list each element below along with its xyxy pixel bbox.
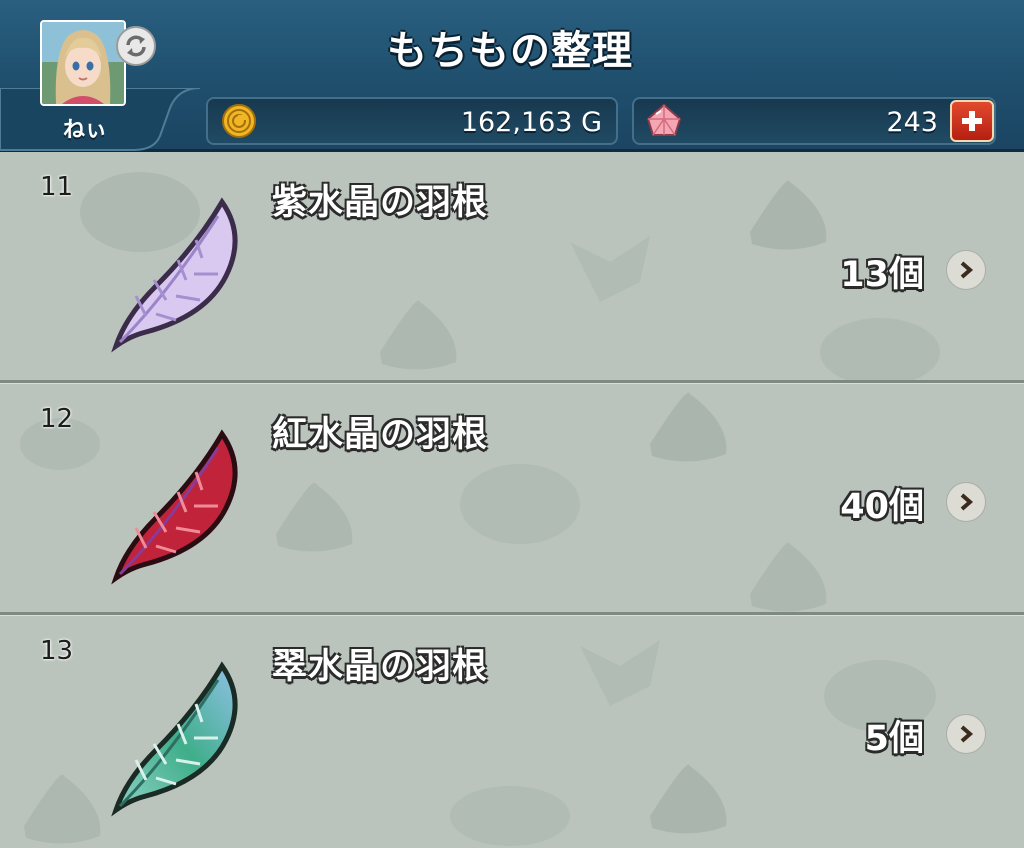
gold-counter: 162,163 G xyxy=(206,97,618,145)
player-name: ねぃ xyxy=(62,118,107,143)
item-name: 紫水晶の羽根 xyxy=(272,183,489,223)
red-feather-icon xyxy=(111,429,238,585)
list-item[interactable]: 11 紫水晶の羽根 13個 xyxy=(0,152,1024,384)
item-name: 紅水晶の羽根 xyxy=(272,415,489,455)
sync-icon xyxy=(126,35,146,57)
page-title: もちもの整理 xyxy=(387,28,633,74)
gold-coin-icon xyxy=(222,104,256,138)
gem-icon xyxy=(646,103,682,136)
list-item[interactable]: 13 翠水晶の羽根 5個 xyxy=(0,616,1024,848)
gem-amount: 243 xyxy=(886,107,938,138)
item-name: 翠水晶の羽根 xyxy=(272,647,489,687)
plus-icon xyxy=(962,111,982,131)
list-item[interactable]: 12 紅水晶の羽根 40個 xyxy=(0,384,1024,616)
gem-counter: 243 xyxy=(632,97,996,145)
top-bar: ねぃ もちもの整理 162,163 G 243 xyxy=(0,0,1024,152)
item-detail-button[interactable] xyxy=(946,482,986,522)
purple-feather-icon xyxy=(111,197,238,353)
item-list: 11 紫水晶の羽根 13個 12 紅水晶の羽根 40個 13 翠水晶の羽根 5個 xyxy=(0,152,1024,848)
item-detail-button[interactable] xyxy=(946,250,986,290)
gold-amount: 162,163 G xyxy=(460,107,602,138)
item-number: 13 xyxy=(40,636,74,666)
item-quantity: 5個 xyxy=(864,719,924,759)
item-number: 11 xyxy=(40,172,74,202)
chevron-right-icon xyxy=(960,261,974,279)
sync-button[interactable] xyxy=(116,26,156,66)
item-detail-button[interactable] xyxy=(946,714,986,754)
green-feather-icon xyxy=(111,661,238,817)
chevron-right-icon xyxy=(960,725,974,743)
item-quantity: 13個 xyxy=(840,255,924,295)
player-avatar-icon xyxy=(42,22,124,104)
add-gems-button[interactable] xyxy=(950,100,994,142)
player-avatar[interactable] xyxy=(40,20,126,106)
chevron-right-icon xyxy=(960,493,974,511)
item-quantity: 40個 xyxy=(840,487,924,527)
item-number: 12 xyxy=(40,404,74,434)
